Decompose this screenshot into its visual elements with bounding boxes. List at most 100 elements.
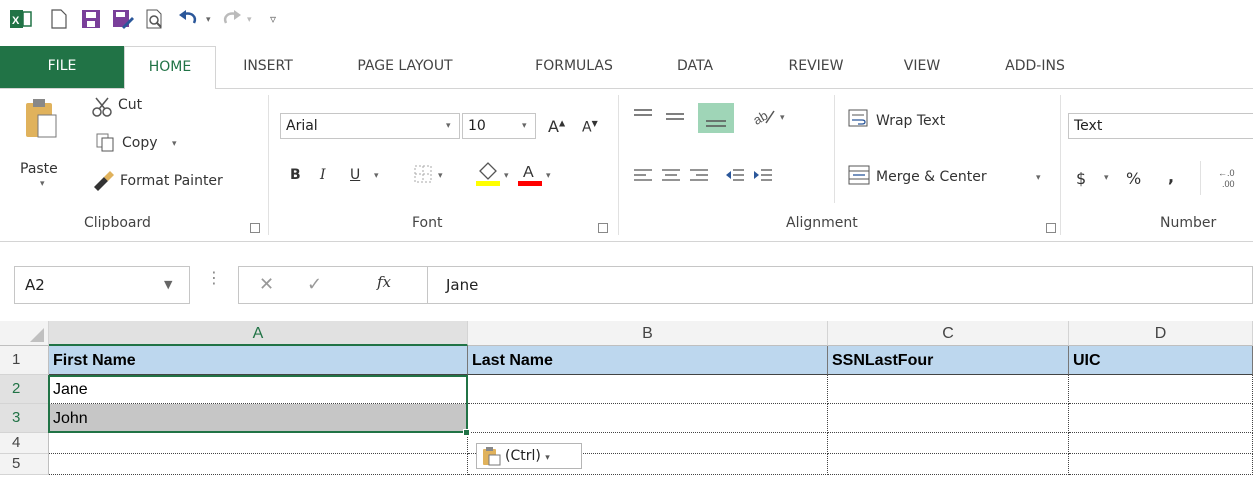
fill-color-dropdown-icon[interactable]: ▾	[504, 171, 509, 181]
select-all-corner[interactable]	[0, 321, 49, 346]
cell-b2[interactable]	[468, 375, 828, 404]
tab-insert[interactable]: INSERT	[230, 46, 306, 88]
tab-data[interactable]: DATA	[660, 46, 730, 88]
save-icon[interactable]	[80, 8, 102, 30]
clipboard-launcher-icon[interactable]	[250, 223, 260, 233]
redo-dropdown-icon[interactable]: ▾	[247, 15, 252, 25]
column-header-c[interactable]: C	[828, 321, 1069, 346]
top-align-icon[interactable]	[632, 107, 654, 129]
decrease-indent-icon[interactable]	[724, 167, 746, 189]
row-header-1[interactable]: 1	[0, 346, 49, 375]
paste-icon[interactable]	[24, 97, 58, 143]
shrink-font-icon[interactable]: A▼	[582, 119, 598, 136]
cell-d4[interactable]	[1069, 433, 1253, 454]
cell-d2[interactable]	[1069, 375, 1253, 404]
align-right-icon[interactable]	[688, 167, 710, 189]
currency-dropdown-icon[interactable]: ▾	[1104, 173, 1109, 183]
number-format-combo[interactable]: Text	[1068, 113, 1253, 139]
cell-a5[interactable]	[49, 454, 468, 475]
middle-align-icon[interactable]	[664, 107, 686, 129]
increase-decimal-icon[interactable]: ←.0.00	[1218, 167, 1242, 193]
merge-center-dropdown-icon[interactable]: ▾	[1036, 173, 1041, 183]
column-header-b[interactable]: B	[468, 321, 828, 346]
font-color-dropdown-icon[interactable]: ▾	[546, 171, 551, 181]
font-name-dropdown-icon[interactable]: ▾	[446, 121, 451, 131]
comma-button[interactable]: ,	[1168, 167, 1174, 186]
borders-icon[interactable]	[414, 165, 432, 187]
tab-page-layout[interactable]: PAGE LAYOUT	[316, 46, 494, 88]
new-document-icon[interactable]	[48, 8, 70, 30]
merge-center-button[interactable]: Merge & Center	[876, 169, 987, 185]
orientation-icon[interactable]: ab	[750, 105, 776, 129]
cut-button[interactable]: Cut	[118, 97, 142, 113]
font-size-dropdown-icon[interactable]: ▾	[522, 121, 527, 131]
tab-home[interactable]: HOME	[124, 46, 216, 89]
insert-function-button[interactable]: fx	[377, 273, 391, 291]
save-as-icon[interactable]	[112, 8, 134, 30]
cut-icon[interactable]	[92, 97, 114, 121]
redo-icon[interactable]	[220, 8, 242, 30]
cancel-entry-icon[interactable]: ✕	[259, 274, 274, 295]
wrap-text-button[interactable]: Wrap Text	[876, 113, 945, 129]
fill-color-icon[interactable]	[476, 161, 500, 191]
copy-dropdown-icon[interactable]: ▾	[172, 139, 177, 149]
cell-c1[interactable]: SSNLastFour	[828, 346, 1069, 375]
formula-input[interactable]: Jane	[427, 266, 1253, 304]
confirm-entry-icon[interactable]: ✓	[307, 274, 322, 295]
cell-a4[interactable]	[49, 433, 468, 454]
orientation-dropdown-icon[interactable]: ▾	[780, 113, 785, 123]
paste-button[interactable]: Paste	[20, 161, 58, 177]
wrap-text-icon[interactable]	[848, 109, 870, 133]
tab-add-ins[interactable]: ADD-INS	[980, 46, 1090, 88]
format-painter-icon[interactable]	[92, 169, 116, 195]
bold-button[interactable]: B	[290, 167, 301, 183]
paste-dropdown-icon[interactable]: ▾	[40, 179, 45, 189]
italic-button[interactable]: I	[320, 167, 326, 183]
print-preview-icon[interactable]	[144, 8, 166, 30]
tab-file[interactable]: FILE	[0, 46, 124, 88]
cell-b3[interactable]	[468, 404, 828, 433]
cell-c2[interactable]	[828, 375, 1069, 404]
increase-indent-icon[interactable]	[752, 167, 774, 189]
merge-center-icon[interactable]	[848, 165, 870, 189]
font-color-icon[interactable]: A	[518, 161, 542, 191]
align-center-icon[interactable]	[660, 167, 682, 189]
row-header-2[interactable]: 2	[0, 375, 49, 404]
row-header-5[interactable]: 5	[0, 454, 49, 475]
name-box-dropdown-icon[interactable]: ▼	[164, 278, 172, 291]
fill-handle[interactable]	[463, 429, 470, 436]
cell-d1[interactable]: UIC	[1069, 346, 1253, 375]
undo-dropdown-icon[interactable]: ▾	[206, 15, 211, 25]
cell-c3[interactable]	[828, 404, 1069, 433]
tab-review[interactable]: REVIEW	[766, 46, 866, 88]
customize-icon[interactable]: ▿	[262, 8, 284, 30]
column-header-a[interactable]: A	[49, 321, 468, 346]
bottom-align-icon[interactable]	[698, 103, 734, 133]
cell-c4[interactable]	[828, 433, 1069, 454]
borders-dropdown-icon[interactable]: ▾	[438, 171, 443, 181]
paste-options-button[interactable]: (Ctrl) ▾	[476, 443, 582, 469]
copy-button[interactable]: Copy	[122, 135, 158, 151]
column-header-d[interactable]: D	[1069, 321, 1253, 346]
grow-font-icon[interactable]: A▲	[548, 117, 565, 136]
percent-button[interactable]: %	[1126, 169, 1141, 188]
currency-button[interactable]: $	[1076, 169, 1086, 188]
format-painter-button[interactable]: Format Painter	[120, 173, 223, 189]
font-name-combo[interactable]: Arial	[280, 113, 460, 139]
cell-d3[interactable]	[1069, 404, 1253, 433]
cell-d5[interactable]	[1069, 454, 1253, 475]
row-header-3[interactable]: 3	[0, 404, 49, 433]
copy-icon[interactable]	[96, 133, 116, 157]
row-header-4[interactable]: 4	[0, 433, 49, 454]
undo-icon[interactable]	[178, 8, 200, 30]
tab-view[interactable]: VIEW	[890, 46, 954, 88]
excel-icon[interactable]: X	[10, 8, 32, 30]
tab-formulas[interactable]: FORMULAS	[512, 46, 636, 88]
cell-b1[interactable]: Last Name	[468, 346, 828, 375]
cell-c5[interactable]	[828, 454, 1069, 475]
cell-a1[interactable]: First Name	[49, 346, 468, 375]
align-left-icon[interactable]	[632, 167, 654, 189]
underline-button[interactable]: U	[350, 167, 360, 183]
cell-a2[interactable]: Jane	[49, 375, 468, 404]
font-launcher-icon[interactable]	[598, 223, 608, 233]
